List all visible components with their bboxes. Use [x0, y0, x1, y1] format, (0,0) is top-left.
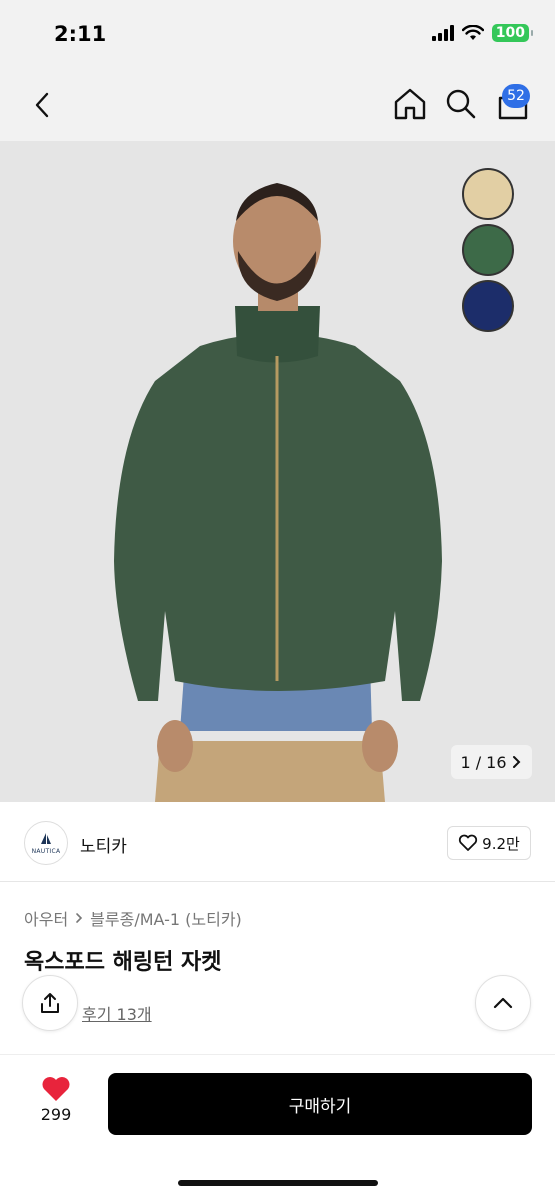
image-counter-label: 1 / 16: [460, 752, 507, 772]
brand-name[interactable]: 노티카: [80, 832, 127, 857]
nav-bar: [0, 70, 555, 141]
brand-like-count: 9.2만: [482, 834, 520, 853]
color-swatch-navy[interactable]: [462, 280, 514, 332]
wishlist-button[interactable]: 299: [28, 1075, 84, 1124]
share-button[interactable]: [22, 975, 78, 1031]
battery-icon: 100: [491, 24, 534, 42]
chevron-up-icon: [493, 997, 513, 1009]
cart-count-badge: 52: [502, 84, 530, 108]
share-icon: [41, 993, 59, 1013]
brand-logo-text: NAUTICA: [31, 847, 61, 855]
cellular-signal-icon: [431, 25, 454, 41]
buy-button[interactable]: 구매하기: [108, 1073, 532, 1135]
breadcrumb: 아우터 블루종/MA-1 (노티카): [24, 906, 242, 930]
product-title: 옥스포드 해링턴 자켓: [24, 950, 222, 975]
breadcrumb-category[interactable]: 아우터: [24, 906, 68, 930]
status-icons: 100: [431, 24, 534, 42]
breadcrumb-subcategory[interactable]: 블루종/MA-1 (노티카): [90, 906, 242, 930]
heart-outline-icon: [459, 834, 478, 851]
chevron-right-icon: [512, 756, 520, 768]
wishlist-count: 299: [40, 1105, 72, 1124]
color-swatch-beige[interactable]: [462, 168, 514, 220]
heart-filled-icon: [42, 1077, 70, 1101]
status-time: 2:11: [54, 22, 107, 46]
back-icon[interactable]: [28, 88, 58, 122]
status-bar: 2:11 100: [0, 0, 555, 70]
review-link[interactable]: 후기 13개: [82, 1001, 152, 1025]
wifi-icon: [461, 25, 484, 40]
image-counter[interactable]: 1 / 16: [451, 745, 532, 779]
chevron-right-icon: [76, 913, 83, 923]
bottom-purchase-bar: 299 구매하기: [0, 1054, 555, 1200]
home-indicator: [178, 1180, 378, 1186]
home-icon[interactable]: [392, 86, 428, 122]
color-swatch-green[interactable]: [462, 224, 514, 276]
brand-like-button[interactable]: 9.2만: [447, 826, 531, 860]
sail-logo-icon: [41, 832, 51, 844]
scroll-to-top-button[interactable]: [475, 975, 531, 1031]
search-icon[interactable]: [443, 86, 479, 122]
brand-row: NAUTICA 노티카 9.2만: [0, 802, 555, 882]
brand-logo[interactable]: NAUTICA: [24, 821, 68, 865]
